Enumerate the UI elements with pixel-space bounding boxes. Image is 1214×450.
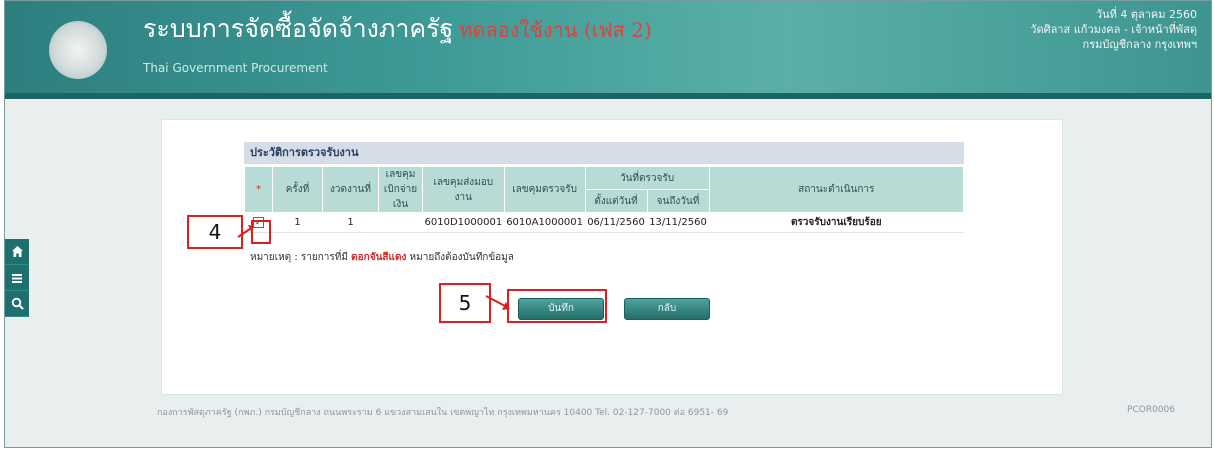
note-prefix: หมายเหตุ : รายการที่มี bbox=[250, 252, 348, 263]
status-header: สถานะดำเนินการ bbox=[708, 166, 965, 213]
organization: กรมบัญชีกลาง กรุงเทพฯ bbox=[1082, 38, 1197, 51]
header-banner: ระบบการจัดซื้อจัดจ้างภาครัฐ ทดลองใช้งาน (… bbox=[5, 1, 1211, 99]
note-red-text: ดอกจันสีแดง bbox=[351, 252, 407, 263]
current-date: วันที่ 4 ตุลาคม 2560 bbox=[1095, 8, 1197, 21]
step-5-label: 5 bbox=[439, 283, 491, 323]
from-date-cell: 06/11/2560 bbox=[585, 212, 648, 233]
to-date-cell: 13/11/2560 bbox=[647, 212, 710, 233]
disbursement-header: เลขคุมเบิกจ่ายเงิน bbox=[378, 166, 423, 213]
inspection-header: เลขคุมตรวจรับ bbox=[503, 166, 586, 213]
inspection-cell: 6010A1000001 bbox=[504, 212, 586, 233]
side-toolbar bbox=[5, 239, 29, 317]
subtitle: Thai Government Procurement bbox=[143, 61, 328, 75]
inspect-date-header: วันที่ตรวจรับ bbox=[584, 166, 710, 190]
note-suffix: หมายถึงต้องบันทึกข้อมูล bbox=[409, 252, 514, 263]
disbursement-cell bbox=[378, 212, 423, 233]
user-name: วัดศิลาส แก้วมงคล - เจ้าหน้าที่พัสดุ bbox=[1030, 23, 1197, 36]
user-info: วันที่ 4 ตุลาคม 2560 วัดศิลาส แก้วมงคล -… bbox=[1030, 7, 1197, 52]
title-highlight: ทดลองใช้งาน (เฟส 2) bbox=[459, 18, 652, 42]
round-header: ครั้งที่ bbox=[272, 166, 323, 213]
search-icon[interactable] bbox=[5, 291, 29, 317]
garuda-logo-icon bbox=[49, 21, 107, 79]
status-cell: ตรวจรับงานเรียบร้อย bbox=[709, 212, 964, 233]
content-panel: ประวัติการตรวจรับงาน * ครั้งที่ งวดงานที… bbox=[161, 119, 1063, 395]
select-header: * bbox=[244, 166, 273, 213]
to-date-header: จนถึงวันที่ bbox=[646, 189, 710, 213]
table-row: ✓ 1 1 6010D1000001 6010A1000001 06/11/25… bbox=[244, 212, 964, 233]
step-4-highlight bbox=[251, 220, 271, 244]
footer-address: กองการพัสดุภาครัฐ (กพภ.) กรมบัญชีกลาง ถน… bbox=[157, 408, 729, 418]
period-header: งวดงานที่ bbox=[322, 166, 379, 213]
from-date-header: ตั้งแต่วันที่ bbox=[584, 189, 648, 213]
history-section-title: ประวัติการตรวจรับงาน bbox=[244, 142, 964, 164]
step-4-label: 4 bbox=[187, 215, 243, 249]
required-note: หมายเหตุ : รายการที่มี ดอกจันสีแดง หมายถ… bbox=[250, 250, 514, 265]
page-title: ระบบการจัดซื้อจัดจ้างภาครัฐ ทดลองใช้งาน (… bbox=[143, 9, 652, 49]
app-window: ระบบการจัดซื้อจัดจ้างภาครัฐ ทดลองใช้งาน (… bbox=[4, 0, 1212, 448]
delivery-cell: 6010D1000001 bbox=[422, 212, 505, 233]
footer-code: PCOR0006 bbox=[1127, 405, 1175, 415]
step-5-highlight bbox=[507, 289, 607, 323]
delivery-header: เลขคุมส่งมอบงาน bbox=[422, 166, 505, 213]
back-button[interactable]: กลับ bbox=[624, 298, 710, 320]
system-title: ระบบการจัดซื้อจัดจ้างภาครัฐ bbox=[143, 14, 454, 43]
period-cell: 1 bbox=[322, 212, 379, 233]
home-icon[interactable] bbox=[5, 239, 29, 265]
inspection-history-table: * ครั้งที่ งวดงานที่ เลขคุมเบิกจ่ายเงิน … bbox=[244, 166, 965, 233]
round-cell: 1 bbox=[272, 212, 323, 233]
menu-icon[interactable] bbox=[5, 265, 29, 291]
